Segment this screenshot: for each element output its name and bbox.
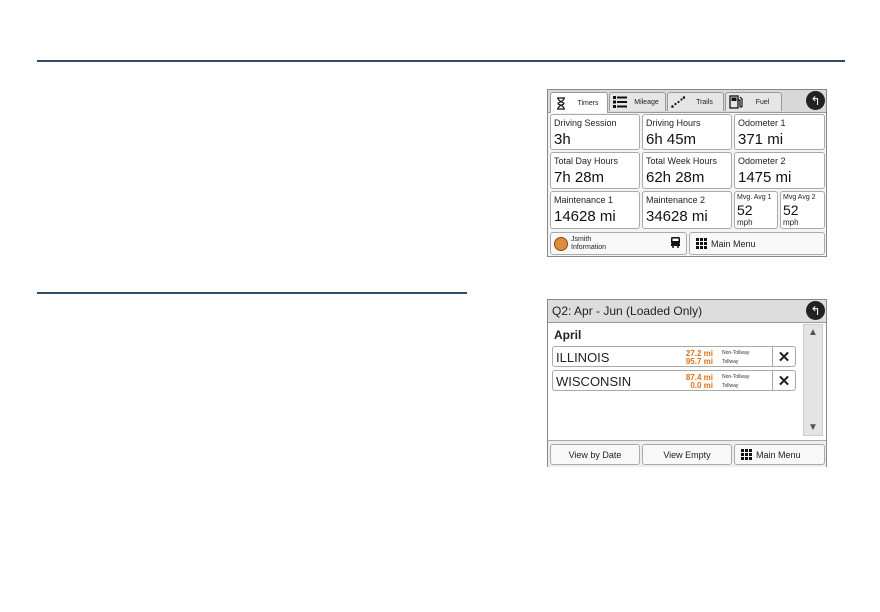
metric-label: Total Week Hours <box>646 156 717 166</box>
tab-fuel[interactable]: Fuel <box>725 92 782 111</box>
back-button[interactable]: ↰ <box>806 301 825 320</box>
metric-label: Maintenance 1 <box>554 195 614 205</box>
metric-value: 1475 mi <box>738 169 792 186</box>
state-row[interactable]: ILLINOIS 27.2 mi 95.7 mi Non-Tollway Tol… <box>552 346 796 367</box>
metric-value: 6h 45m <box>646 131 697 148</box>
grid-menu-icon <box>696 238 707 249</box>
toll-miles: 0.0 mi <box>690 381 713 390</box>
metric-label: Mvg. Avg 1 <box>737 194 772 201</box>
hourglass-icon <box>553 95 569 111</box>
delete-button[interactable]: ✕ <box>772 347 795 366</box>
metric-cell: Maintenance 2 34628 mi <box>642 191 732 229</box>
metric-cell: Odometer 2 1475 mi <box>734 152 825 189</box>
metric-value: 14628 mi <box>554 208 616 225</box>
user-info-label: Information <box>571 243 607 251</box>
close-icon: ✕ <box>777 348 791 366</box>
tab-bar: Timers Mileage Trails Fuel ↰ <box>548 90 826 113</box>
metric-value: 52 <box>783 202 799 218</box>
non-toll-label: Non-Tollway <box>722 374 750 380</box>
delete-button[interactable]: ✕ <box>772 371 795 390</box>
metric-value: 7h 28m <box>554 169 605 186</box>
metric-label: Maintenance 2 <box>646 195 706 205</box>
metric-value: 3h <box>554 131 571 148</box>
bottom-bar: View by Date View Empty Main Menu <box>548 440 826 467</box>
metric-value: 371 mi <box>738 131 784 148</box>
month-heading: April <box>554 328 582 342</box>
button-label: View by Date <box>568 449 622 460</box>
state-row[interactable]: WISCONSIN 87.4 mi 0.0 mi Non-Tollway Tol… <box>552 370 796 391</box>
state-name: ILLINOIS <box>556 350 610 365</box>
tab-trails[interactable]: Trails <box>667 92 724 111</box>
main-menu-button[interactable]: Main Menu <box>689 232 825 255</box>
metric-cell: Odometer 1 371 mi <box>734 114 825 150</box>
moving-average-cell: Mvg Avg 2 52 mph <box>780 191 825 229</box>
tab-label: Fuel <box>755 98 770 106</box>
tab-label: Mileage <box>634 98 659 106</box>
timers-screen: Timers Mileage Trails Fuel ↰ Driving Ses… <box>547 89 827 257</box>
back-arrow-icon: ↰ <box>810 303 821 318</box>
metric-label: Odometer 1 <box>738 118 786 128</box>
metric-cell: Driving Hours 6h 45m <box>642 114 732 150</box>
metric-label: Driving Session <box>554 118 617 128</box>
list-icon <box>612 94 628 110</box>
toll-label: Tollway <box>722 359 739 365</box>
view-by-date-button[interactable]: View by Date <box>550 444 640 465</box>
metric-cell: Maintenance 1 14628 mi <box>550 191 640 229</box>
main-menu-label: Main Menu <box>711 238 756 249</box>
state-name: WISCONSIN <box>556 374 632 389</box>
title-bar: Q2: Apr - Jun (Loaded Only) ↰ <box>548 300 826 323</box>
metric-value: 52 <box>737 202 753 218</box>
metric-label: Total Day Hours <box>554 156 619 166</box>
mileage-screen: Q2: Apr - Jun (Loaded Only) ↰ April ILLI… <box>547 299 827 467</box>
main-menu-label: Main Menu <box>756 449 801 460</box>
section-divider <box>37 292 467 294</box>
scroll-up-icon[interactable]: ▲ <box>804 327 822 338</box>
avatar <box>554 236 568 251</box>
main-menu-button[interactable]: Main Menu <box>734 444 825 465</box>
metric-unit: mph <box>783 218 799 227</box>
metric-cell: Total Day Hours 7h 28m <box>550 152 640 189</box>
user-text: Jsmith Information <box>571 236 606 252</box>
trail-icon <box>670 94 686 110</box>
tab-label: Trails <box>696 98 713 106</box>
moving-average-cell: Mvg. Avg 1 52 mph <box>734 191 778 229</box>
metric-label: Odometer 2 <box>738 156 786 166</box>
scroll-down-icon[interactable]: ▼ <box>804 422 822 433</box>
metric-label: Driving Hours <box>646 118 701 128</box>
metric-cell: Driving Session 3h <box>550 114 640 150</box>
scrollbar[interactable]: ▲ ▼ <box>803 324 823 436</box>
grid-menu-icon <box>741 449 752 460</box>
close-icon: ✕ <box>777 372 791 390</box>
view-empty-button[interactable]: View Empty <box>642 444 732 465</box>
back-button[interactable]: ↰ <box>806 91 825 110</box>
button-label: View Empty <box>663 449 711 460</box>
tab-mileage[interactable]: Mileage <box>609 92 666 111</box>
user-name: Jsmith <box>571 235 592 243</box>
tab-label: Timers <box>577 99 599 107</box>
metric-label: Mvg Avg 2 <box>783 194 816 201</box>
page-title: Q2: Apr - Jun (Loaded Only) <box>552 304 703 318</box>
fuel-pump-icon <box>728 94 744 110</box>
truck-icon <box>670 235 681 253</box>
back-arrow-icon: ↰ <box>810 93 821 108</box>
top-divider <box>37 60 845 62</box>
metric-value: 34628 mi <box>646 208 708 225</box>
non-toll-label: Non-Tollway <box>722 350 750 356</box>
metric-unit: mph <box>737 218 753 227</box>
user-info-button[interactable]: Jsmith Information <box>550 232 687 255</box>
toll-miles: 95.7 mi <box>685 357 713 366</box>
toll-label: Tollway <box>722 383 739 389</box>
metric-value: 62h 28m <box>646 169 705 186</box>
metric-cell: Total Week Hours 62h 28m <box>642 152 732 189</box>
tab-timers[interactable]: Timers <box>550 92 608 113</box>
